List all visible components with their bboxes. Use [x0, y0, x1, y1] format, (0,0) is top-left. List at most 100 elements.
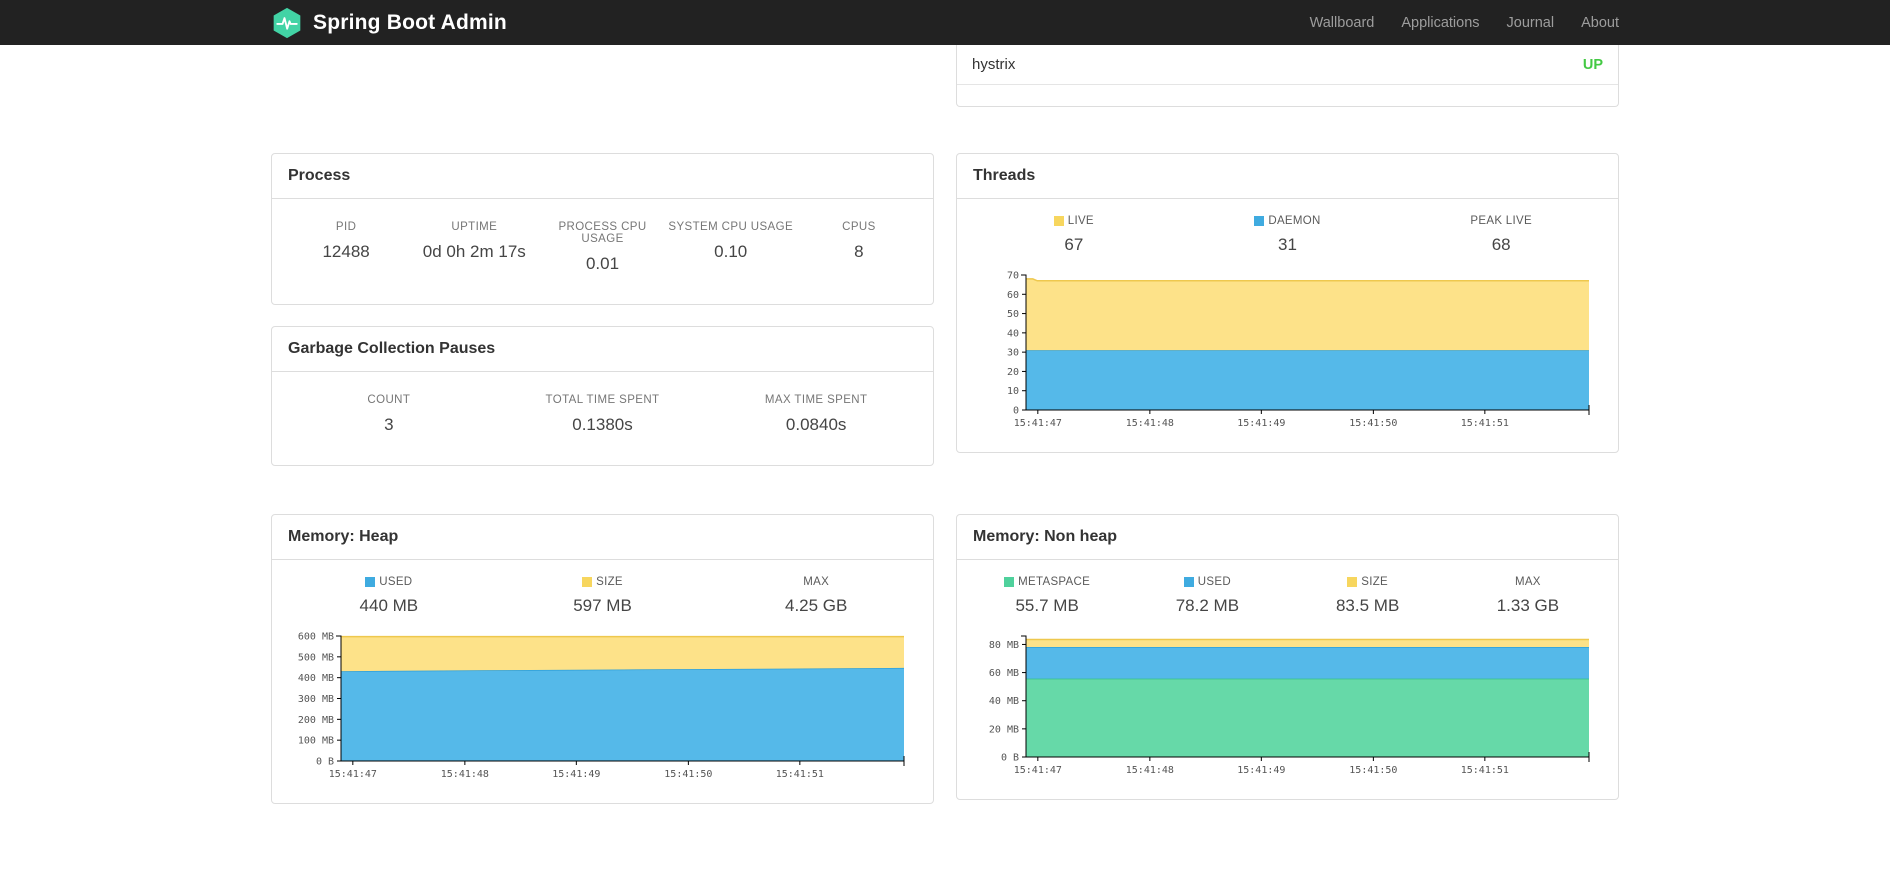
used-swatch-icon [1183, 577, 1194, 587]
metric-label: UPTIME [451, 221, 498, 233]
left-column-process: Process PID 12488 UPTIME 0d 0h 2m 17s PR… [271, 153, 934, 466]
legend-label: DAEMON [1268, 215, 1321, 227]
metric-label: PID [335, 221, 357, 233]
legend-label-row: METASPACE [967, 576, 1127, 588]
heap-chart-svg: 0 B 100 MB 200 MB 300 MB 400 MB 500 MB 600 MB 1… [298, 632, 905, 780]
spring-boot-admin-logo-icon [273, 7, 301, 38]
legend-label-row: DAEMON [1181, 215, 1395, 227]
nav-link-about[interactable]: About [1581, 15, 1619, 31]
memory-heap-panel: Memory: Heap USED 440 MB SIZE 597 MB MAX… [271, 514, 934, 804]
legend-label: USED [379, 576, 413, 588]
size-swatch-icon [1347, 577, 1358, 587]
heap-chart: 0 B 100 MB 200 MB 300 MB 400 MB 500 MB 600 MB 1… [272, 618, 933, 803]
x-tick-label: 15:41:47 [1014, 418, 1062, 429]
gc-panel-title: Garbage Collection Pauses [288, 340, 496, 357]
nav-link-journal[interactable]: Journal [1507, 15, 1555, 31]
metric-value: 3 [384, 415, 394, 434]
brand-link[interactable]: Spring Boot Admin [271, 7, 507, 39]
legend-label: MAX [1514, 576, 1541, 588]
x-tick-label: 15:41:47 [1014, 765, 1062, 776]
x-tick-label: 15:41:51 [776, 769, 824, 780]
legend-value: 597 MB [573, 596, 632, 615]
legend-item-metaspace: METASPACE 55.7 MB [967, 576, 1127, 616]
metric-process-cpu-usage: PROCESS CPU USAGE 0.01 [538, 221, 666, 274]
y-tick-label: 50 [1007, 309, 1019, 320]
y-tick-label: 200 MB [298, 715, 334, 726]
legend-label: MAX [803, 576, 830, 588]
y-tick-label: 20 [1007, 367, 1019, 378]
x-tick-label: 15:41:49 [1237, 765, 1285, 776]
y-tick-label: 400 MB [298, 673, 334, 684]
process-metrics: PID 12488 UPTIME 0d 0h 2m 17s PROCESS CP… [272, 199, 933, 304]
legend-value: 31 [1278, 235, 1297, 254]
legend-item-max: MAX 4.25 GB [709, 576, 923, 616]
legend-value: 78.2 MB [1175, 596, 1240, 615]
metric-cpus: CPUS 8 [795, 221, 923, 274]
y-tick-label: 60 [1007, 290, 1019, 301]
metric-value: 0.1380s [572, 415, 633, 434]
metric-value: 0.10 [714, 242, 748, 261]
legend-label-row: SIZE [1288, 576, 1448, 588]
nav-links: Wallboard Applications Journal About [1310, 15, 1619, 31]
right-column-nonheap: Memory: Non heap METASPACE 55.7 MB USED [956, 514, 1619, 804]
nav-link-wallboard[interactable]: Wallboard [1310, 15, 1375, 31]
y-tick-label: 80 MB [989, 640, 1019, 651]
metric-label: COUNT [367, 394, 411, 406]
legend-item-live: LIVE 67 [967, 215, 1181, 255]
health-check-name: hystrix [972, 56, 1016, 73]
x-tick-label: 15:41:50 [664, 769, 712, 780]
legend-label: METASPACE [1018, 576, 1091, 588]
x-tick-label: 15:41:48 [441, 769, 489, 780]
process-panel-heading: Process [272, 154, 933, 199]
threads-panel: Threads LIVE 67 DAEMON 31 PEAK LIVE 68 0… [956, 153, 1619, 453]
legend-label-row: USED [1127, 576, 1287, 588]
y-tick-label: 10 [1007, 386, 1019, 397]
x-tick-label: 15:41:50 [1349, 418, 1397, 429]
legend-item-peak-live: PEAK LIVE 68 [1394, 215, 1608, 255]
nav-link-applications[interactable]: Applications [1401, 15, 1479, 31]
memory-nonheap-panel-heading: Memory: Non heap [957, 515, 1618, 560]
process-panel-title: Process [288, 167, 351, 184]
live-swatch-icon [1053, 216, 1064, 226]
x-tick-label: 15:41:48 [1126, 418, 1174, 429]
threads-panel-title: Threads [973, 167, 1036, 184]
legend-item-used: USED 78.2 MB [1127, 576, 1287, 616]
metric-value: 0.01 [585, 254, 620, 273]
metric-value: 8 [854, 242, 864, 261]
legend-item-size: SIZE 83.5 MB [1288, 576, 1448, 616]
daemon-swatch-icon [1254, 216, 1265, 226]
x-tick-label: 15:41:51 [1461, 765, 1509, 776]
metaspace-swatch-icon [1004, 577, 1015, 587]
legend-value: 83.5 MB [1335, 596, 1400, 615]
y-tick-label: 300 MB [298, 694, 334, 705]
health-panel-padding [957, 85, 1618, 106]
threads-panel-heading: Threads [957, 154, 1618, 199]
main-content: hystrix UP Process PID 12488 UPTIME 0d 0… [271, 45, 1619, 804]
metric-gc-max-time: MAX TIME SPENT 0.0840s [709, 394, 923, 435]
x-tick-label: 15:41:50 [1349, 765, 1397, 776]
y-tick-label: 70 [1007, 271, 1019, 282]
size-swatch-icon [582, 577, 593, 587]
metric-uptime: UPTIME 0d 0h 2m 17s [410, 221, 538, 274]
area-metaspace [1026, 678, 1589, 757]
right-column-threads: Threads LIVE 67 DAEMON 31 PEAK LIVE 68 0… [956, 153, 1619, 466]
y-tick-label: 30 [1007, 348, 1019, 359]
x-tick-label: 15:41:51 [1461, 418, 1509, 429]
metric-gc-count: COUNT 3 [282, 394, 496, 435]
nonheap-chart-svg: 0 B 20 MB 40 MB 60 MB 80 MB 15:41:47 15:41:48 1… [989, 635, 1590, 776]
x-tick-label: 15:41:49 [552, 769, 600, 780]
x-tick-label: 15:41:47 [329, 769, 377, 780]
brand-title: Spring Boot Admin [313, 10, 507, 34]
area-top-line-live [1026, 278, 1589, 282]
legend-value: 67 [1064, 235, 1084, 254]
gc-panel-heading: Garbage Collection Pauses [272, 327, 933, 372]
memory-heap-panel-title: Memory: Heap [288, 528, 399, 545]
metric-gc-total-time: TOTAL TIME SPENT 0.1380s [496, 394, 710, 435]
row-health: hystrix UP [271, 45, 1619, 107]
y-tick-label: 100 MB [298, 736, 334, 747]
row-memory: Memory: Heap USED 440 MB SIZE 597 MB MAX… [271, 514, 1619, 804]
legend-label: PEAK LIVE [1470, 215, 1532, 227]
y-tick-label: 60 MB [989, 668, 1019, 679]
legend-item-used: USED 440 MB [282, 576, 496, 616]
y-tick-label: 0 [1013, 406, 1019, 417]
